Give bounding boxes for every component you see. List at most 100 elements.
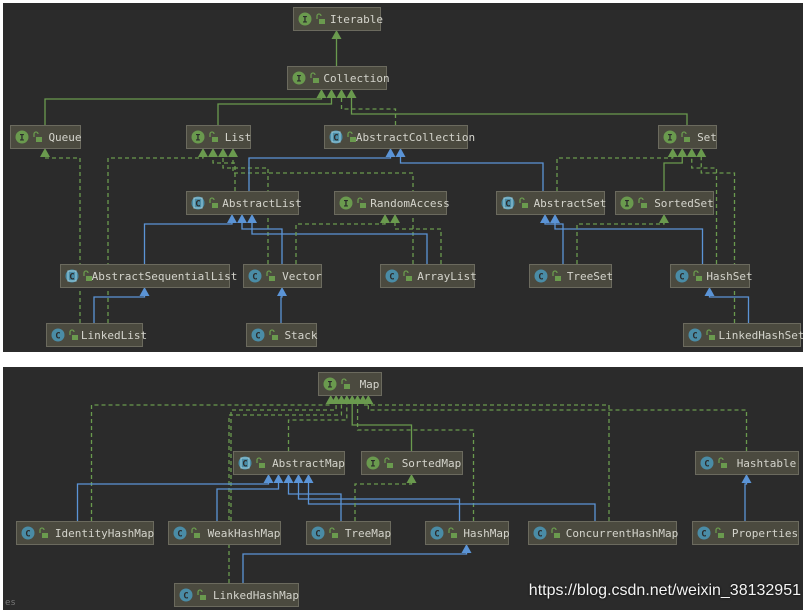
class-icon: C — [179, 588, 193, 602]
node-ConcurrentHashMap[interactable]: C ConcurrentHashMap — [528, 521, 679, 545]
arrowhead — [395, 148, 406, 157]
node-LinkedHashSet[interactable]: C LinkedHashSet — [683, 323, 804, 347]
edge-AbstractSet-to-AbstractCollection — [399, 156, 544, 191]
node-TreeSet[interactable]: C TreeSet — [529, 264, 614, 288]
svg-text:C: C — [505, 200, 510, 210]
node-SortedMap[interactable]: I SortedMap — [361, 451, 463, 475]
node-AbstractCollection[interactable]: C AbstractCollection — [324, 125, 476, 149]
node-label: HashMap — [463, 527, 509, 540]
collection-diagram-panel: I Iterable I Collection I Queue I List C Abstract… — [3, 3, 803, 352]
arrowhead — [218, 148, 228, 157]
edge-SortedSet-to-Set — [663, 156, 683, 191]
node-Stack[interactable]: C Stack — [246, 323, 318, 347]
node-Set[interactable]: I Set — [658, 125, 717, 149]
node-HashMap[interactable]: C HashMap — [425, 521, 510, 545]
class-icon: C — [385, 269, 399, 283]
edge-ArrayList-to-AbstractList — [251, 222, 428, 264]
node-List[interactable]: I List — [186, 125, 252, 149]
node-AbstractSequentialList[interactable]: C AbstractSequentialList — [60, 264, 238, 288]
svg-text:C: C — [242, 460, 247, 470]
arrowhead — [316, 89, 327, 98]
node-TreeMap[interactable]: C TreeMap — [306, 521, 392, 545]
node-label: Stack — [284, 329, 317, 342]
class-icon: C — [51, 328, 65, 342]
node-label: LinkedHashMap — [213, 589, 299, 602]
svg-text:C: C — [69, 273, 74, 283]
class-icon: C — [251, 328, 265, 342]
node-label: SortedSet — [654, 197, 714, 210]
class-icon: C — [675, 269, 689, 283]
edge-LinkedList-to-Queue — [44, 156, 81, 323]
svg-text:C: C — [701, 530, 706, 540]
arrowhead — [331, 30, 342, 39]
node-label: AbstractCollection — [356, 131, 475, 144]
svg-text:C: C — [25, 530, 30, 540]
arrowhead — [208, 148, 218, 157]
svg-text:C: C — [333, 134, 338, 144]
svg-text:I: I — [302, 16, 307, 26]
class-icon: C — [533, 526, 547, 540]
edge-AbstractList-to-List — [212, 156, 236, 191]
edge-AbstractSet-to-Set — [556, 156, 674, 191]
node-AbstractMap[interactable]: C AbstractMap — [233, 451, 345, 475]
arrowhead — [293, 474, 304, 483]
interface-icon: I — [191, 130, 205, 144]
node-ArrayList[interactable]: C ArrayList — [380, 264, 477, 288]
interface-icon: I — [366, 456, 380, 470]
node-label: Hashtable — [737, 457, 797, 470]
arrowhead — [336, 89, 347, 98]
svg-text:C: C — [434, 530, 439, 540]
node-label: IdentityHashMap — [55, 527, 154, 540]
node-SortedSet[interactable]: I SortedSet — [615, 191, 714, 215]
node-WeakHashMap[interactable]: C WeakHashMap — [168, 521, 281, 545]
node-RandomAccess[interactable]: I RandomAccess — [334, 191, 450, 215]
svg-text:C: C — [195, 200, 200, 210]
node-Hashtable[interactable]: C Hashtable — [695, 451, 799, 475]
edge-HashMap-to-AbstractMap — [297, 482, 461, 521]
status-text: es — [5, 598, 16, 608]
class-icon: C — [311, 526, 325, 540]
node-label: TreeSet — [567, 270, 613, 283]
edge-LinkedList-to-List — [107, 156, 204, 323]
class-icon: C — [700, 456, 714, 470]
abstract-class-icon: C — [191, 196, 205, 210]
edge-SortedMap-to-Map — [351, 403, 413, 451]
edges — [76, 395, 752, 583]
edge-AbstractCollection-to-Collection — [340, 97, 397, 125]
class-icon: C — [430, 526, 444, 540]
node-label: LinkedList — [81, 329, 147, 342]
node-AbstractSet[interactable]: C AbstractSet — [496, 191, 607, 215]
node-label: ConcurrentHashMap — [566, 527, 679, 540]
svg-text:C: C — [177, 530, 182, 540]
edge-ArrayList-to-RandomAccess — [394, 222, 442, 264]
node-Properties[interactable]: C Properties — [692, 521, 799, 545]
node-label: LinkedHashSet — [718, 329, 803, 342]
node-Iterable[interactable]: I Iterable — [293, 7, 383, 31]
svg-text:C: C — [692, 332, 697, 342]
node-label: Properties — [732, 527, 798, 540]
arrowhead — [385, 148, 396, 157]
node-Map[interactable]: I Map — [318, 372, 382, 396]
node-LinkedHashMap[interactable]: C LinkedHashMap — [174, 583, 300, 607]
node-Queue[interactable]: I Queue — [10, 125, 82, 149]
node-Vector[interactable]: C Vector — [243, 264, 323, 288]
arrowhead — [380, 214, 390, 223]
node-LinkedList[interactable]: C LinkedList — [46, 323, 148, 347]
svg-text:I: I — [296, 75, 301, 85]
arrowhead — [696, 148, 707, 157]
node-label: HashSet — [706, 270, 752, 283]
svg-text:C: C — [537, 530, 542, 540]
edge-LinkedList-to-AbstractSequentialList — [93, 295, 146, 323]
edge-TreeMap-to-SortedMap — [354, 482, 413, 521]
edge-TreeMap-to-AbstractMap — [287, 482, 342, 521]
edge-TreeSet-to-SortedSet — [576, 222, 665, 264]
node-HashSet[interactable]: C HashSet — [670, 264, 753, 288]
node-Collection[interactable]: I Collection — [287, 66, 390, 90]
node-AbstractList[interactable]: C AbstractList — [186, 191, 302, 215]
edge-Queue-to-Collection — [44, 97, 323, 125]
edge-ConcurrentHashMap-to-AbstractMap — [307, 482, 596, 521]
interface-icon: I — [15, 130, 29, 144]
node-label: List — [225, 131, 252, 144]
svg-text:I: I — [195, 134, 200, 144]
node-IdentityHashMap[interactable]: C IdentityHashMap — [16, 521, 155, 545]
